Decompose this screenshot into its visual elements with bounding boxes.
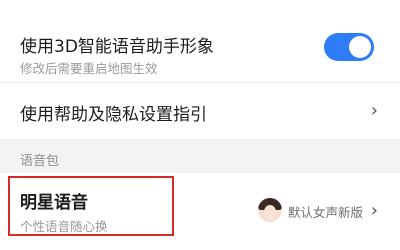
voice-avatar-icon	[258, 198, 282, 222]
section-label: 语音包	[20, 154, 60, 169]
setting-title: 使用帮助及隐私设置指引	[20, 105, 207, 125]
setting-subtitle: 修改后需要重启地图生效	[20, 61, 158, 76]
setting-row-celebrity-voice[interactable]: 明星语音 个性语音随心换 默认女声新版 ›	[0, 173, 400, 250]
chevron-right-icon: ›	[370, 100, 378, 121]
toggle-knob	[349, 36, 371, 58]
setting-row-3d-assistant[interactable]: 使用3D智能语音助手形象 修改后需要重启地图生效	[0, 10, 400, 83]
setting-subtitle: 个性语音随心换	[20, 219, 108, 234]
setting-title: 使用3D智能语音助手形象	[20, 37, 214, 57]
toggle-switch[interactable]	[324, 33, 374, 61]
current-voice-label: 默认女声新版	[288, 205, 364, 220]
setting-row-help-privacy[interactable]: 使用帮助及隐私设置指引 ›	[0, 83, 400, 139]
setting-title: 明星语音	[20, 193, 88, 213]
chevron-right-icon: ›	[370, 200, 378, 221]
section-header-voice-pack: 语音包	[0, 139, 400, 173]
top-strip	[0, 0, 400, 10]
